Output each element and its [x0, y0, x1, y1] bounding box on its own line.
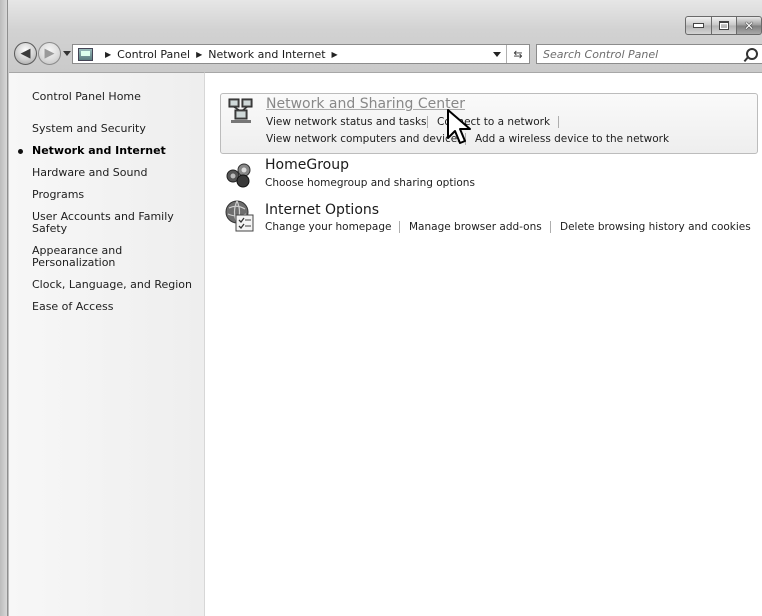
mouse-pointer-icon: [447, 109, 471, 144]
homegroup-link[interactable]: HomeGroup: [265, 157, 349, 173]
task-separator: [399, 221, 400, 233]
close-button[interactable]: ✕: [736, 16, 762, 35]
recent-pages-dropdown-icon[interactable]: [63, 51, 71, 56]
internet-options-link[interactable]: Internet Options: [265, 202, 379, 218]
forward-button[interactable]: ▶: [38, 42, 61, 65]
task-separator: [550, 221, 551, 233]
minimize-icon: [693, 23, 704, 28]
refresh-icon: ⇆: [513, 47, 523, 61]
task-delete-browsing-history[interactable]: Delete browsing history and cookies: [560, 221, 751, 233]
task-manage-browser-addons[interactable]: Manage browser add-ons: [409, 221, 542, 233]
sidebar-item-control-panel-home[interactable]: Control Panel Home: [32, 91, 192, 103]
maximize-icon: [719, 21, 729, 30]
internet-options-icon: [225, 200, 254, 232]
sidebar-item-programs[interactable]: Programs: [32, 189, 192, 201]
active-bullet-icon: [18, 149, 23, 154]
task-add-wireless-device[interactable]: Add a wireless device to the network: [475, 133, 669, 145]
breadcrumb-network-and-internet[interactable]: Network and Internet: [208, 48, 325, 61]
control-panel-icon: [78, 47, 93, 61]
sidebar-item-appearance[interactable]: Appearance and Personalization: [32, 245, 142, 269]
window-left-border: [0, 0, 8, 616]
breadcrumb-chevron-icon[interactable]: ▶: [332, 50, 338, 59]
task-separator: [427, 116, 428, 128]
address-bar[interactable]: ▶ Control Panel ▶ Network and Internet ▶…: [72, 44, 530, 64]
back-arrow-icon: ◀: [20, 46, 31, 61]
search-input[interactable]: Search Control Panel: [536, 44, 762, 64]
caption-buttons: ✕: [685, 16, 762, 36]
search-icon[interactable]: [746, 48, 758, 60]
breadcrumb-chevron-icon[interactable]: ▶: [105, 50, 111, 59]
maximize-button[interactable]: [711, 16, 737, 35]
task-change-homepage[interactable]: Change your homepage: [265, 221, 391, 233]
close-icon: ✕: [743, 18, 755, 33]
sidebar-item-system-and-security[interactable]: System and Security: [32, 123, 192, 135]
breadcrumb-chevron-icon[interactable]: ▶: [196, 50, 202, 59]
network-and-sharing-center-link[interactable]: Network and Sharing Center: [266, 96, 465, 112]
sidebar-item-ease-of-access[interactable]: Ease of Access: [32, 301, 192, 313]
task-view-network-status[interactable]: View network status and tasks: [266, 116, 427, 128]
sidebar-item-clock-language-region[interactable]: Clock, Language, and Region: [32, 279, 192, 291]
breadcrumb-control-panel[interactable]: Control Panel: [117, 48, 190, 61]
task-separator: [558, 116, 559, 128]
forward-arrow-icon: ▶: [44, 46, 55, 61]
sidebar-item-user-accounts[interactable]: User Accounts and Family Safety: [32, 211, 182, 235]
minimize-button[interactable]: [685, 16, 712, 35]
network-sharing-icon: [228, 98, 253, 123]
search-placeholder: Search Control Panel: [543, 47, 659, 61]
sidebar-item-network-and-internet[interactable]: Network and Internet: [32, 145, 192, 157]
back-button[interactable]: ◀: [14, 42, 37, 65]
homegroup-icon: [226, 163, 251, 188]
task-view-network-computers[interactable]: View network computers and devices: [266, 133, 463, 145]
address-history-dropdown-icon[interactable]: [493, 52, 501, 57]
sidebar-item-hardware-and-sound[interactable]: Hardware and Sound: [32, 167, 192, 179]
refresh-button[interactable]: ⇆: [506, 45, 529, 63]
task-choose-homegroup-options[interactable]: Choose homegroup and sharing options: [265, 177, 475, 189]
